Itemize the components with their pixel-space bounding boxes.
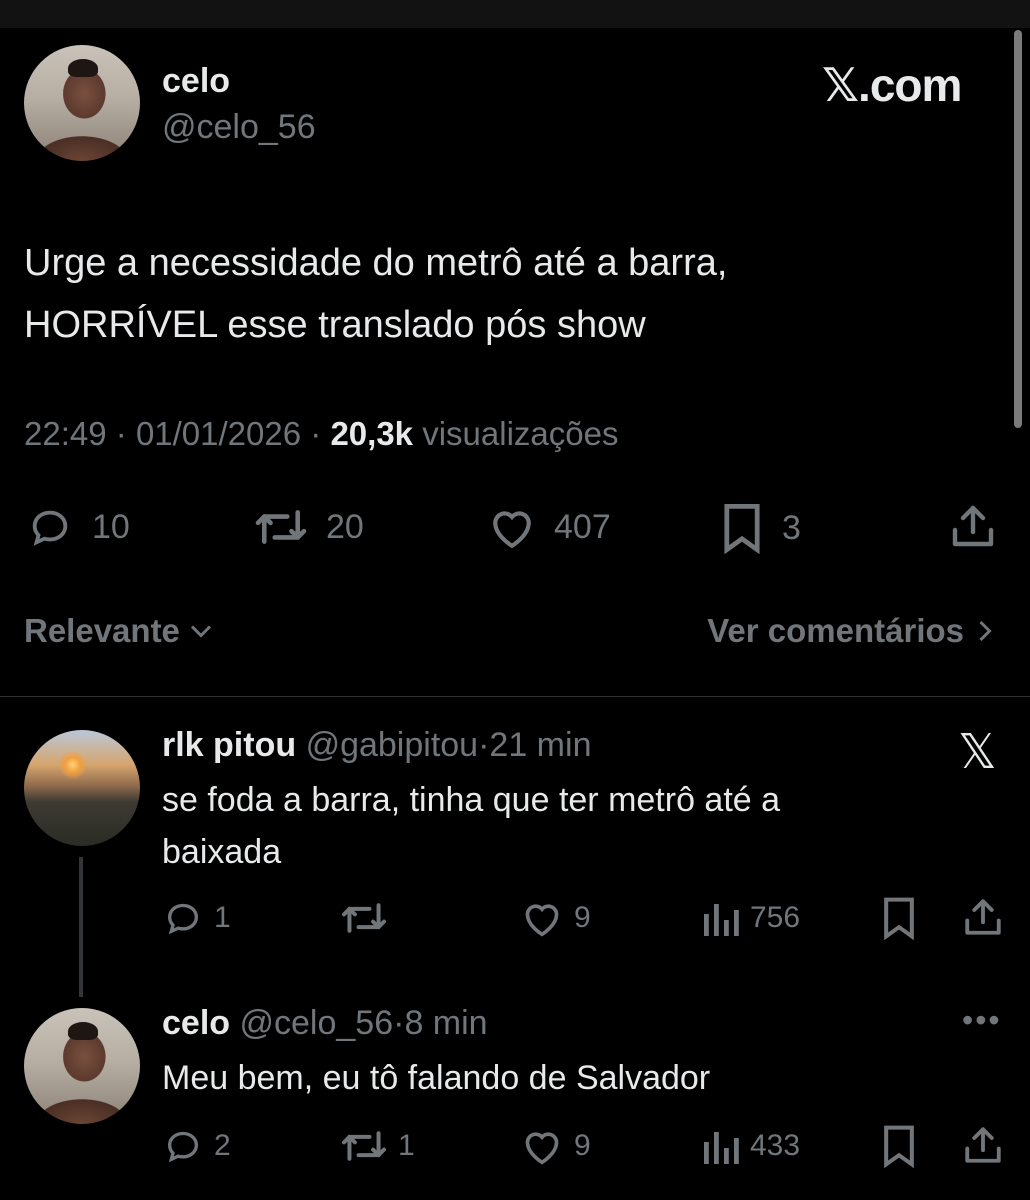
- share-icon: [965, 899, 1001, 935]
- views-label: visualizações: [422, 415, 619, 452]
- tweet-text-line: Urge a necessidade do metrô até a barra,: [24, 242, 728, 284]
- author-avatar[interactable]: [24, 45, 140, 161]
- meta-dot: ·: [478, 726, 490, 764]
- reply-author-handle[interactable]: @celo_56: [240, 1004, 394, 1042]
- sort-relevant-dropdown[interactable]: Relevante: [24, 612, 218, 650]
- share-button[interactable]: [962, 1124, 1004, 1166]
- reply-icon: [32, 510, 68, 546]
- thread-connector: [79, 857, 83, 997]
- retweet-button[interactable]: 20: [252, 504, 364, 550]
- reply-author-name[interactable]: celo: [162, 1004, 230, 1042]
- reply-count: 10: [92, 507, 130, 546]
- view-comments-label: Ver comentários: [707, 612, 964, 649]
- bookmark-button[interactable]: 3: [718, 502, 801, 554]
- tweet-text-line: HORRÍVEL esse translado pós show: [24, 304, 646, 346]
- meta-dot: ·: [115, 415, 127, 452]
- reply-button[interactable]: 10: [24, 504, 130, 550]
- share-button[interactable]: [962, 896, 1004, 938]
- reply-text-line: baixada: [162, 833, 282, 871]
- share-button[interactable]: [948, 502, 998, 550]
- reply-header: celo @celo_56·8 min: [162, 1004, 488, 1043]
- author-handle[interactable]: @celo_56: [162, 108, 316, 147]
- bookmark-icon: [884, 1125, 914, 1168]
- views-count: 20,3k: [330, 415, 414, 452]
- scrollbar[interactable]: [1014, 30, 1022, 428]
- like-count: 9: [574, 901, 591, 934]
- bar-chart-icon: [704, 904, 739, 936]
- bookmark-button[interactable]: [880, 1124, 918, 1168]
- view-comments-link[interactable]: Ver comentários: [707, 612, 1000, 650]
- retweet-icon: [255, 510, 307, 544]
- like-count: 407: [554, 507, 611, 546]
- retweet-icon: [342, 1131, 386, 1161]
- tweet-date[interactable]: 01/01/2026: [136, 415, 301, 452]
- bar-chart-icon: [704, 1132, 739, 1164]
- reply-author-handle[interactable]: @gabipitou: [306, 726, 479, 764]
- like-count: 9: [574, 1129, 591, 1162]
- x-brand-logo: 𝕏.com: [822, 59, 962, 111]
- heart-icon: [525, 904, 559, 937]
- reply-text: Meu bem, eu tô falando de Salvador: [162, 1052, 922, 1104]
- status-bar: [0, 0, 1030, 28]
- reply-avatar[interactable]: [24, 730, 140, 846]
- meta-dot: ·: [310, 415, 322, 452]
- reply-author-name[interactable]: rlk pitou: [162, 726, 296, 764]
- reply-button[interactable]: 2: [162, 1126, 231, 1166]
- chevron-right-icon: [979, 620, 992, 642]
- reply-avatar[interactable]: [24, 1008, 140, 1124]
- views-count: 756: [750, 901, 801, 934]
- sort-relevant-label: Relevante: [24, 612, 180, 649]
- reply-count: 1: [214, 901, 231, 934]
- share-icon: [952, 505, 994, 547]
- author-name[interactable]: celo: [162, 62, 230, 101]
- chevron-down-icon: [190, 625, 211, 638]
- bookmark-icon: [884, 897, 914, 940]
- reply-icon: [167, 1131, 199, 1163]
- tweet-text: Urge a necessidade do metrô até a barra,…: [24, 232, 984, 356]
- bookmark-icon: [724, 503, 760, 554]
- heart-icon: [493, 511, 531, 549]
- like-button[interactable]: 9: [520, 1126, 591, 1166]
- reply-text: se foda a barra, tinha que ter metrô até…: [162, 774, 922, 878]
- more-options-icon[interactable]: •••: [962, 1002, 1002, 1039]
- divider: [0, 696, 1030, 697]
- retweet-button[interactable]: 1: [340, 1126, 415, 1166]
- retweet-count: 1: [398, 1129, 415, 1162]
- reply-text-line: se foda a barra, tinha que ter metrô até…: [162, 781, 781, 819]
- retweet-icon: [342, 903, 386, 933]
- tweet-time[interactable]: 22:49: [24, 415, 107, 452]
- like-button[interactable]: 9: [520, 898, 591, 938]
- bookmark-count: 3: [782, 508, 801, 547]
- views-button[interactable]: 756: [700, 898, 800, 938]
- reply-button[interactable]: 1: [162, 898, 231, 938]
- x-logo-icon: 𝕏: [958, 726, 997, 779]
- share-icon: [965, 1127, 1001, 1163]
- reply-header: rlk pitou @gabipitou·21 min: [162, 726, 591, 765]
- reply-icon: [167, 903, 199, 935]
- retweet-count: 20: [326, 507, 364, 546]
- reply-time[interactable]: 8 min: [404, 1004, 487, 1042]
- like-button[interactable]: 407: [486, 504, 611, 550]
- views-count: 433: [750, 1129, 801, 1162]
- bookmark-button[interactable]: [880, 896, 918, 940]
- views-button[interactable]: 433: [700, 1126, 800, 1166]
- retweet-button[interactable]: [340, 898, 398, 938]
- tweet-meta: 22:49 · 01/01/2026 · 20,3k visualizações: [24, 415, 618, 453]
- reply-text-line: Meu bem, eu tô falando de Salvador: [162, 1059, 711, 1097]
- meta-dot: ·: [393, 1004, 405, 1042]
- heart-icon: [525, 1132, 559, 1165]
- reply-count: 2: [214, 1129, 231, 1162]
- reply-time[interactable]: 21 min: [489, 726, 591, 764]
